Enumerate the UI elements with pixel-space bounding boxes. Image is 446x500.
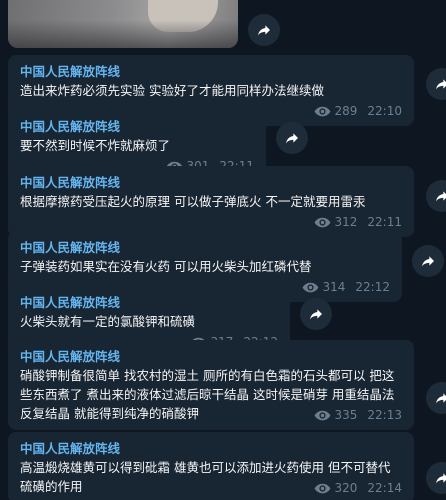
eye-icon [314, 410, 330, 420]
message-time: 22:13 [367, 408, 402, 422]
eye-icon [302, 282, 318, 292]
sender-name[interactable]: 中国人民解放阵线 [20, 294, 278, 312]
view-count: 289 [334, 104, 358, 118]
share-arrow-icon [436, 191, 446, 202]
chat-history[interactable]: 中国人民解放阵线 造出来炸药必须先实验 实验好了才能用同样办法继续做 289 2… [0, 0, 446, 500]
message-time: 22:14 [367, 481, 402, 495]
sender-name[interactable]: 中国人民解放阵线 [20, 348, 402, 366]
eye-icon [314, 106, 330, 116]
message-bubble[interactable]: 中国人民解放阵线 根据摩擦药受压起火的原理 可以做子弹底火 不一定就要用雷汞 3… [8, 166, 414, 237]
message-text: 子弹装药如果实在没有火药 可以用火柴头加红磷代替 [20, 259, 312, 274]
forward-button[interactable] [426, 462, 446, 494]
eye-icon [314, 217, 330, 227]
message-text: 火柴头就有一定的氯酸钾和硫磺 [20, 314, 196, 329]
message-time: 22:12 [355, 280, 390, 294]
share-arrow-icon [436, 79, 446, 90]
forward-button[interactable] [300, 298, 332, 330]
share-arrow-icon [422, 256, 434, 267]
sender-name[interactable]: 中国人民解放阵线 [20, 174, 402, 192]
message-text: 根据摩擦药受压起火的原理 可以做子弹底火 不一定就要用雷汞 [20, 194, 366, 209]
message-text: 要不然到时候不炸就麻烦了 [20, 138, 171, 153]
view-count: 320 [334, 481, 358, 495]
message-bubble[interactable]: 中国人民解放阵线 硝酸钾制备很简单 找农村的湿土 厕所的有白色霜的石头都可以 把… [8, 340, 414, 430]
eye-icon [314, 483, 330, 493]
message-meta: 335 22:13 [314, 407, 402, 423]
forward-button[interactable] [276, 122, 308, 154]
message-meta: 312 22:11 [314, 214, 402, 230]
view-count: 335 [334, 408, 358, 422]
message-text: 造出来炸药必须先实验 实验好了才能用同样办法继续做 [20, 83, 324, 98]
photo-message[interactable] [8, 0, 238, 48]
forward-button[interactable] [426, 180, 446, 212]
forward-button[interactable] [426, 382, 446, 414]
message-meta: 289 22:10 [314, 103, 402, 119]
message-time: 22:11 [367, 215, 402, 229]
forward-button[interactable] [248, 14, 280, 46]
sender-name[interactable]: 中国人民解放阵线 [20, 239, 390, 257]
message-bubble[interactable]: 中国人民解放阵线 高温煅烧雄黄可以得到砒霜 雄黄也可以添加进火药使用 但不可替代… [8, 432, 414, 500]
share-arrow-icon [258, 25, 270, 36]
view-count: 314 [322, 280, 346, 294]
message-time: 22:10 [367, 104, 402, 118]
message-meta: 320 22:14 [314, 480, 402, 496]
sender-name[interactable]: 中国人民解放阵线 [20, 440, 402, 458]
sender-name[interactable]: 中国人民解放阵线 [20, 118, 254, 136]
forward-button[interactable] [412, 245, 444, 277]
forward-button[interactable] [426, 68, 446, 100]
view-count: 312 [334, 215, 358, 229]
message-meta: 314 22:12 [302, 279, 390, 295]
sender-name[interactable]: 中国人民解放阵线 [20, 63, 402, 81]
share-arrow-icon [436, 393, 446, 404]
share-arrow-icon [286, 133, 298, 144]
share-arrow-icon [310, 309, 322, 320]
share-arrow-icon [436, 473, 446, 484]
